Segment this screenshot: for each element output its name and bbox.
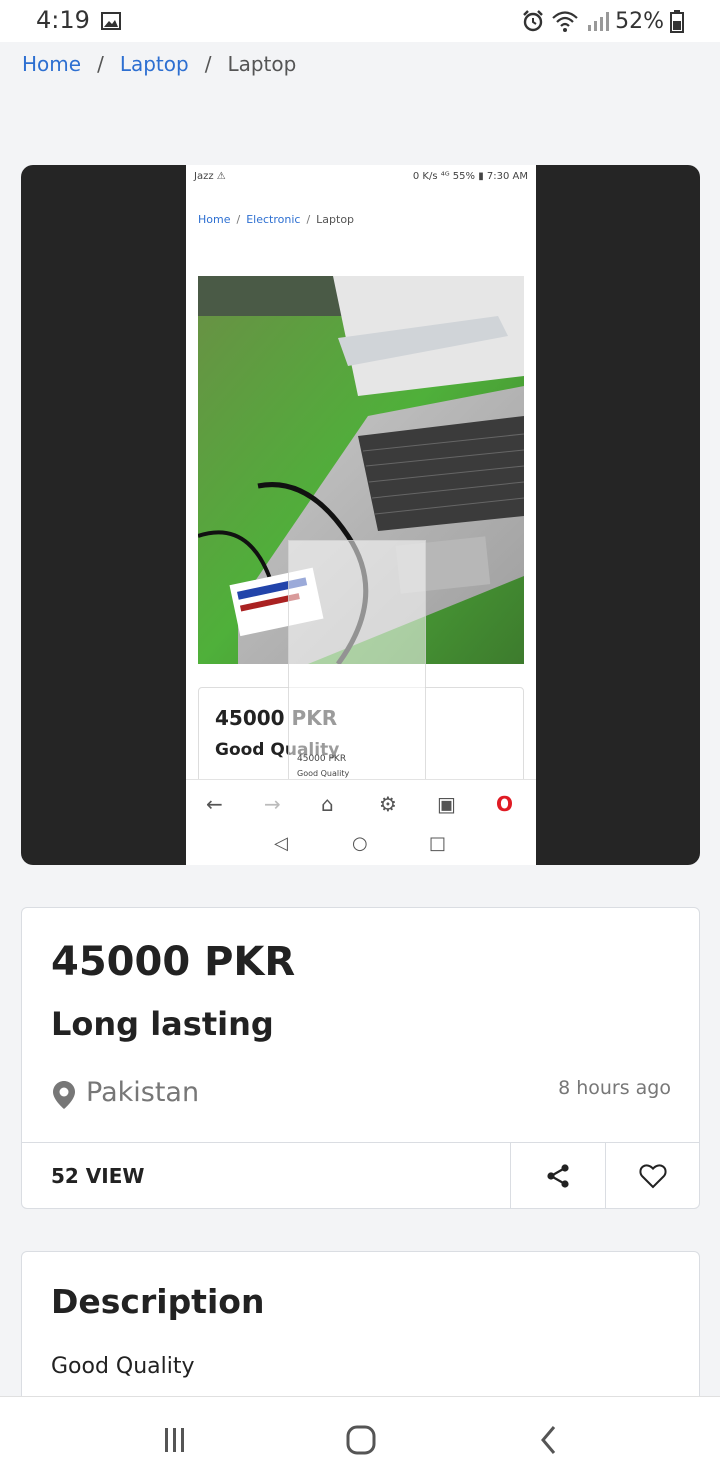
speed-dial-icon: ⚙ bbox=[379, 792, 397, 816]
breadcrumb-separator: / bbox=[97, 52, 104, 76]
embedded-carrier: Jazz ⚠ bbox=[194, 171, 226, 182]
embedded-screenshot: Jazz ⚠ 0 K/s ⁴ᴳ 55% ▮ 7:30 AM Home / Elect… bbox=[186, 165, 536, 865]
nested-price: 45000 PKR bbox=[297, 754, 347, 764]
embedded-crumb-current: Laptop bbox=[316, 213, 355, 226]
battery-icon bbox=[670, 10, 684, 33]
back-arrow-icon: ← bbox=[206, 792, 223, 816]
system-back-icon: ◁ bbox=[274, 833, 288, 854]
favorite-button[interactable] bbox=[605, 1143, 700, 1209]
listing-image[interactable]: Jazz ⚠ 0 K/s ⁴ᴳ 55% ▮ 7:30 AM Home / Elect… bbox=[21, 165, 700, 865]
recent-apps-icon bbox=[165, 1428, 184, 1452]
tabs-icon: ▣ bbox=[437, 792, 456, 816]
home-button[interactable] bbox=[341, 1423, 381, 1457]
nested-screenshot-thumbnail: 45000 PKR Good Quality bbox=[288, 540, 426, 780]
opera-logo-icon: O bbox=[496, 792, 514, 816]
embedded-system-nav: ◁ ○ □ bbox=[186, 825, 536, 865]
breadcrumb-current: Laptop bbox=[227, 52, 297, 76]
home-icon: ⌂ bbox=[321, 792, 334, 816]
embedded-status-right: 0 K/s ⁴ᴳ 55% ▮ 7:30 AM bbox=[412, 171, 528, 182]
breadcrumb-home-link[interactable]: Home bbox=[22, 52, 81, 76]
embedded-status-bar: Jazz ⚠ 0 K/s ⁴ᴳ 55% ▮ 7:30 AM bbox=[186, 165, 536, 187]
heart-icon bbox=[639, 1164, 667, 1189]
listing-actions-bar: 52 VIEW bbox=[22, 1142, 700, 1209]
back-chevron-icon bbox=[541, 1426, 556, 1454]
embedded-crumb-separator: / bbox=[306, 213, 311, 226]
view-count: 52 VIEW bbox=[51, 1164, 145, 1188]
share-icon bbox=[547, 1164, 569, 1188]
listing-price: 45000 PKR bbox=[51, 939, 296, 985]
system-recents-icon: □ bbox=[429, 833, 447, 854]
breadcrumb-category-link[interactable]: Laptop bbox=[120, 52, 189, 76]
nested-quality: Good Quality bbox=[297, 769, 350, 778]
breadcrumb: Home / Laptop / Laptop bbox=[22, 52, 296, 76]
status-bar: 4:19 52% bbox=[0, 0, 720, 42]
listing-posted-time: 8 hours ago bbox=[558, 1077, 671, 1099]
embedded-crumb-home: Home bbox=[198, 213, 231, 226]
system-home-icon: ○ bbox=[352, 833, 368, 854]
embedded-crumb-category: Electronic bbox=[246, 213, 301, 226]
listing-details-card: 45000 PKR Long lasting Pakistan 8 hours … bbox=[21, 907, 700, 1209]
location-pin-icon bbox=[53, 1081, 75, 1109]
alarm-icon bbox=[523, 10, 543, 32]
recent-apps-button[interactable] bbox=[155, 1423, 195, 1457]
description-heading: Description bbox=[51, 1282, 265, 1321]
embedded-crumb-separator: / bbox=[236, 213, 241, 226]
signal-icon bbox=[588, 12, 610, 31]
listing-title: Long lasting bbox=[51, 1005, 274, 1043]
home-circle-icon bbox=[346, 1425, 376, 1455]
embedded-browser-nav: ← → ⌂ ⚙ ▣ O bbox=[186, 779, 536, 825]
description-text: Good Quality bbox=[51, 1354, 195, 1379]
breadcrumb-separator: / bbox=[204, 52, 212, 76]
forward-arrow-icon: → bbox=[264, 792, 281, 816]
status-time: 4:19 bbox=[36, 6, 90, 34]
wifi-icon bbox=[552, 11, 578, 32]
embedded-breadcrumb: Home / Electronic / Laptop bbox=[198, 213, 354, 226]
back-button[interactable] bbox=[529, 1423, 569, 1457]
share-button[interactable] bbox=[510, 1143, 605, 1209]
listing-location: Pakistan bbox=[86, 1077, 200, 1108]
battery-percent: 52% bbox=[615, 8, 664, 34]
gallery-icon bbox=[101, 12, 121, 30]
system-navigation-bar bbox=[0, 1396, 720, 1480]
